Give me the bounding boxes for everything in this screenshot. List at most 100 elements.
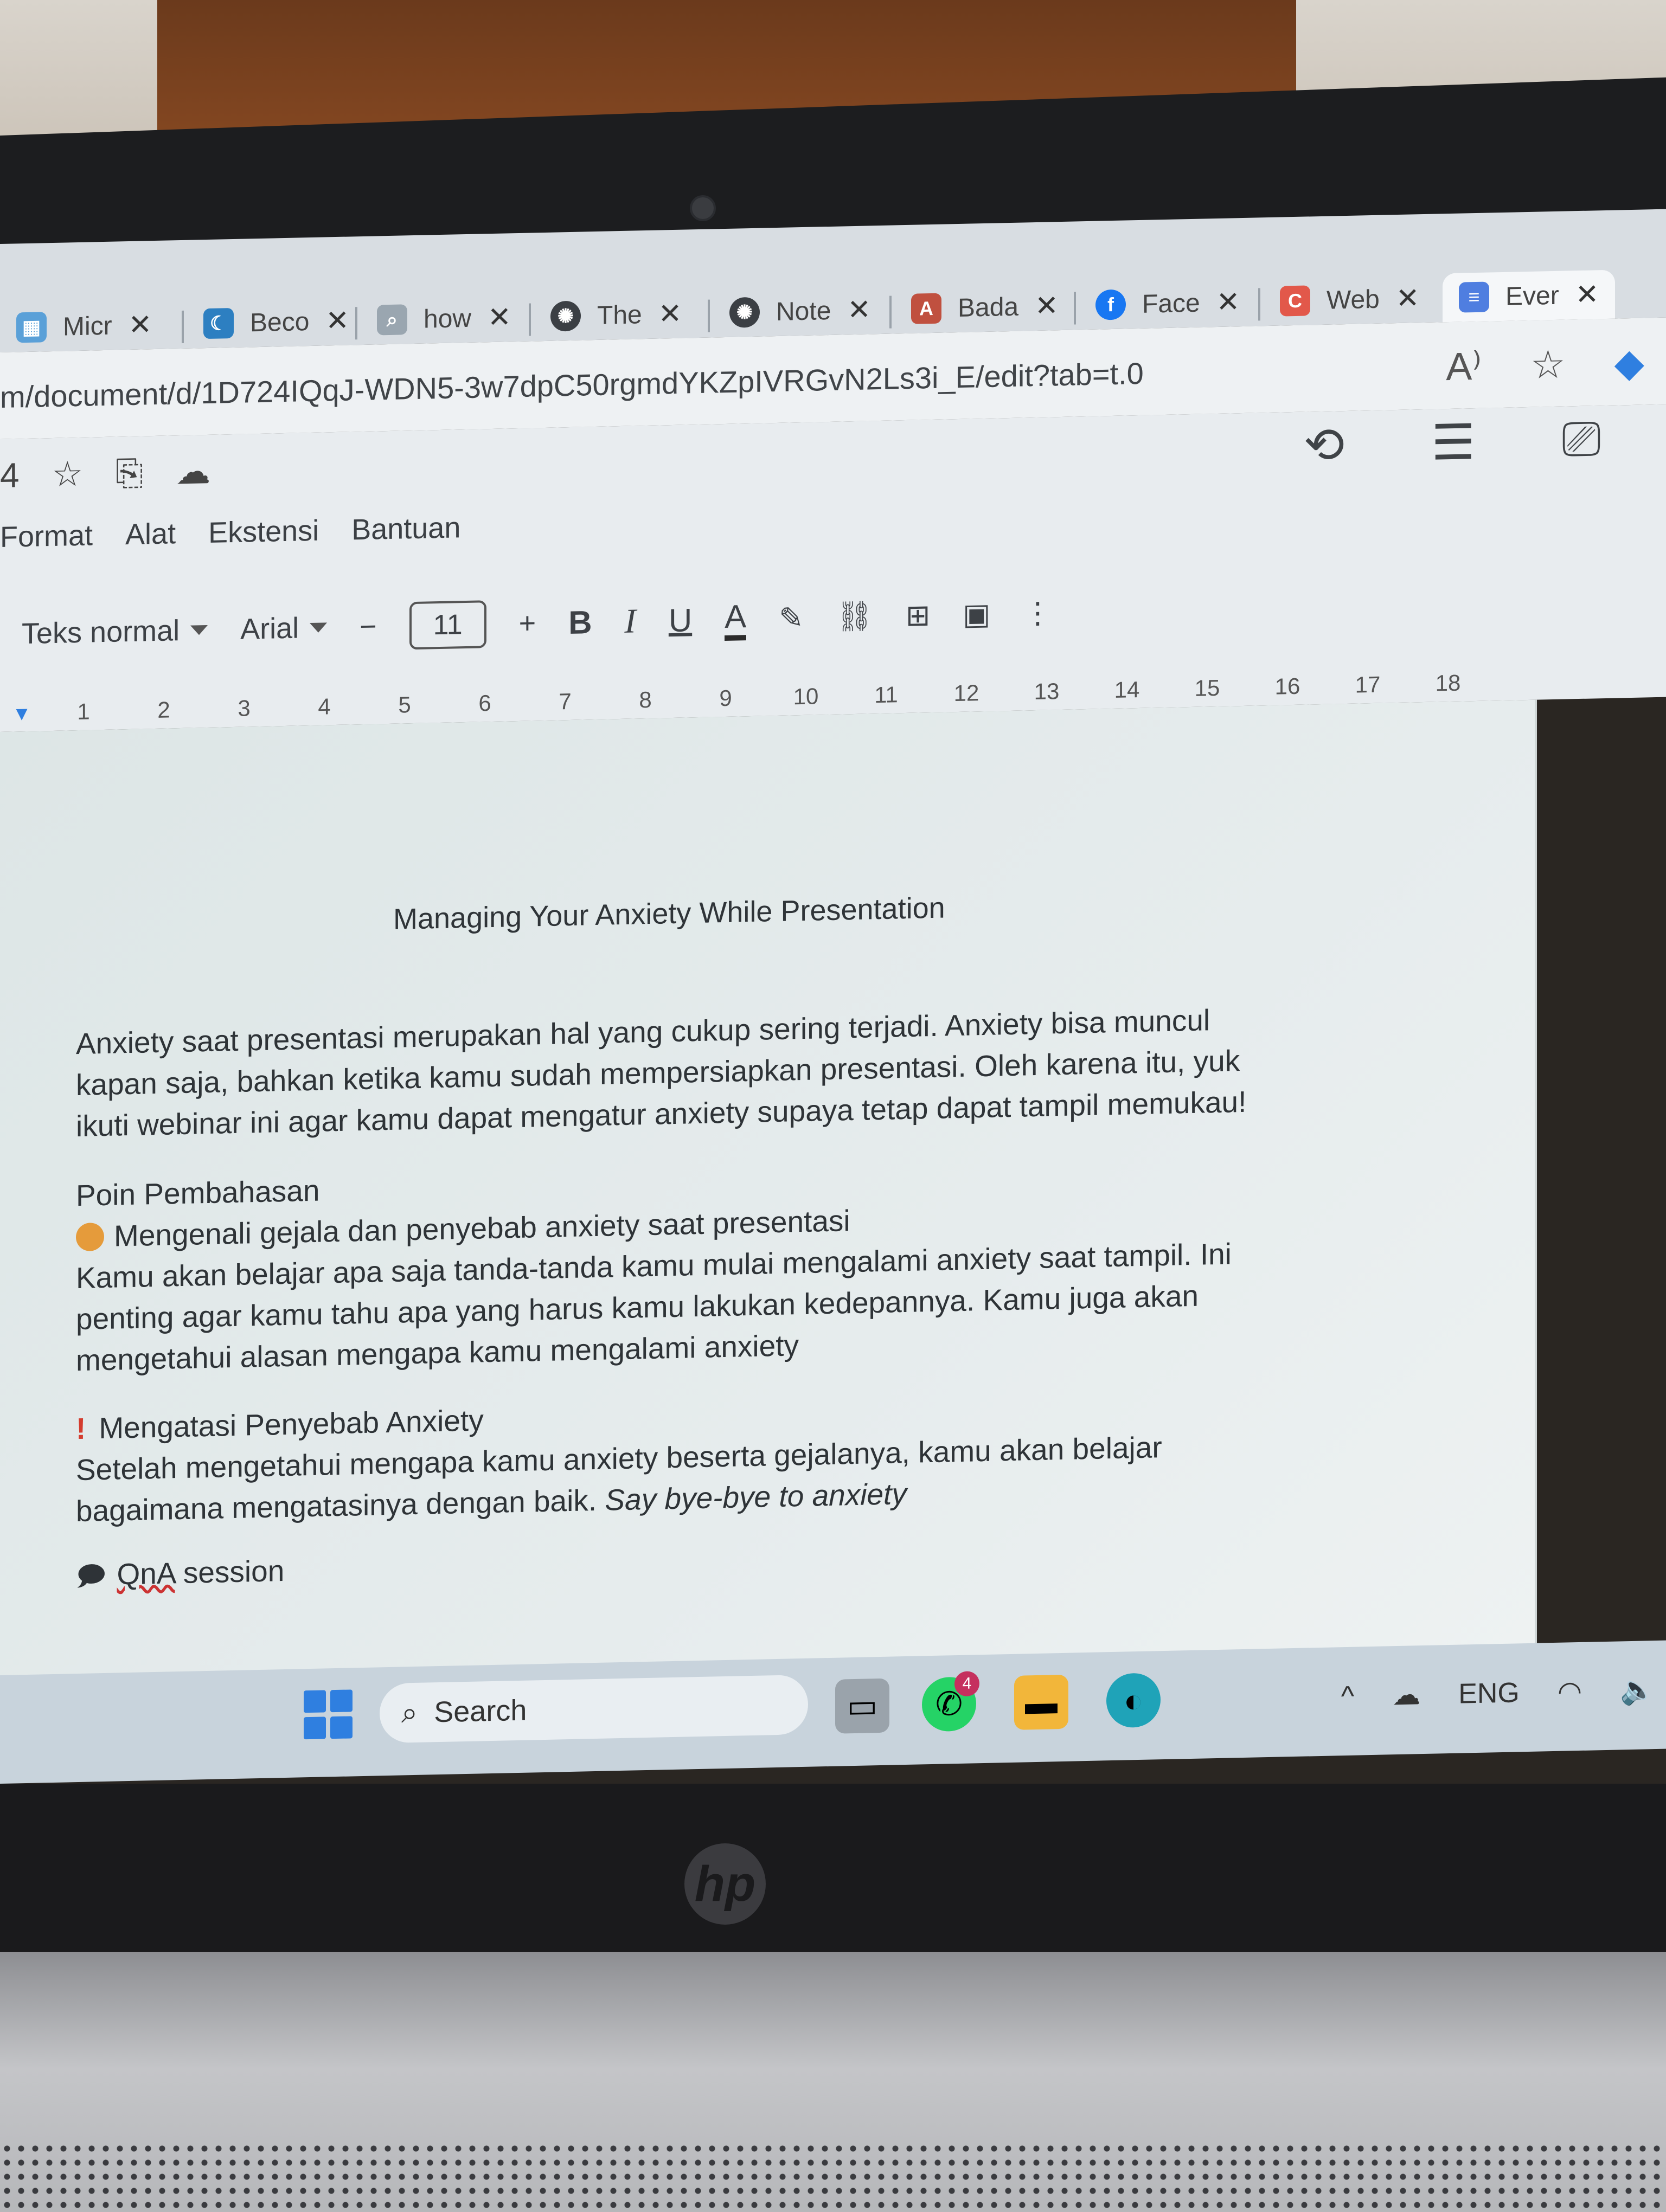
close-icon[interactable]: ✕ <box>488 301 511 334</box>
tab-label: Ever <box>1505 281 1559 311</box>
onedrive-cloud-icon[interactable]: ☁ <box>1392 1679 1420 1712</box>
increase-font-size-button[interactable]: + <box>519 606 536 640</box>
font-size-input[interactable]: 11 <box>409 600 486 650</box>
doc-title-fragment[interactable]: 4 <box>0 455 20 496</box>
notification-badge: 4 <box>954 1671 979 1697</box>
tab-the[interactable]: ✺ The ✕ <box>534 289 698 341</box>
anxious-face-emoji-icon <box>76 1222 104 1252</box>
ruler-tick: 14 <box>1114 676 1140 703</box>
facebook-icon: f <box>1095 289 1126 320</box>
point-3-title: 🗩 QnA session <box>76 1529 1269 1597</box>
chevron-up-icon[interactable]: ^ <box>1341 1680 1354 1713</box>
comments-icon[interactable]: ☰ <box>1431 414 1475 472</box>
close-icon[interactable]: ✕ <box>658 298 682 331</box>
address-bar-actions: A⁾ ☆ ◆ <box>1446 339 1644 389</box>
highlight-icon[interactable]: ✎ <box>779 600 803 635</box>
tab-beco[interactable]: ☾ Beco ✕ <box>187 296 366 349</box>
history-icon[interactable]: ⟲ <box>1304 416 1344 474</box>
tab-face[interactable]: f Face ✕ <box>1079 277 1256 330</box>
more-options-icon[interactable]: ⋮ <box>1023 595 1052 630</box>
docs-header: 4 ☆ ⎘ ☁ Format Alat Ekstensi Bantuan ⟲ ☰… <box>0 404 1666 732</box>
meet-icon[interactable]: ⎚ <box>1562 411 1601 469</box>
tab-label: Note <box>776 296 831 326</box>
close-icon[interactable]: ✕ <box>325 305 349 338</box>
close-icon[interactable]: ✕ <box>1035 290 1059 323</box>
menu-ekstensi[interactable]: Ekstensi <box>208 514 319 550</box>
task-view-icon[interactable]: ▭ <box>835 1678 889 1734</box>
cloud-status-icon[interactable]: ☁ <box>176 451 210 492</box>
speech-bubble-icon: 🗩 <box>76 1560 106 1592</box>
microsoft-icon: ▦ <box>16 312 47 343</box>
tab-how[interactable]: ⌕ how ✕ <box>361 293 528 345</box>
tab-bada[interactable]: A Bada ✕ <box>895 281 1075 333</box>
underline-button[interactable]: U <box>669 601 692 639</box>
menu-bantuan[interactable]: Bantuan <box>351 511 460 546</box>
menu-alat[interactable]: Alat <box>125 517 176 551</box>
close-icon[interactable]: ✕ <box>847 293 871 326</box>
ruler-tick: 11 <box>874 681 898 708</box>
close-icon[interactable]: ✕ <box>1216 286 1240 319</box>
document-title: Managing Your Anxiety While Presentation <box>393 891 945 936</box>
read-aloud-icon[interactable]: A⁾ <box>1446 343 1482 389</box>
bold-button[interactable]: B <box>568 603 592 641</box>
decrease-font-size-button[interactable]: − <box>360 609 377 644</box>
close-icon[interactable]: ✕ <box>129 308 152 342</box>
extension-icon[interactable]: ◆ <box>1614 339 1644 385</box>
document-page[interactable]: Managing Your Anxiety While Presentation… <box>0 699 1537 1708</box>
add-comment-icon[interactable]: ⊞ <box>906 598 930 633</box>
ruler-tick: 6 <box>478 690 491 716</box>
webcam <box>690 195 716 221</box>
menu-bar: Format Alat Ekstensi Bantuan <box>0 511 460 554</box>
taskbar-search[interactable]: ⌕ Search <box>380 1674 808 1744</box>
edge-browser-icon[interactable]: ◐ <box>1106 1673 1161 1728</box>
close-icon[interactable]: ✕ <box>1575 278 1599 311</box>
ruler-tick: 2 <box>157 697 170 723</box>
tab-separator <box>355 307 357 340</box>
url-field[interactable]: m/document/d/1D724IQqJ-WDN5-3w7dpC50rgmd… <box>0 356 1144 415</box>
tab-separator <box>182 310 184 343</box>
ruler-tick: 10 <box>793 683 819 710</box>
font-label: Arial <box>240 612 299 646</box>
tab-label: Web <box>1327 285 1380 315</box>
chevron-down-icon <box>190 625 208 635</box>
doc-title-row: 4 ☆ ⎘ ☁ <box>0 451 210 496</box>
italic-button[interactable]: I <box>625 601 636 641</box>
tab-note[interactable]: ✺ Note ✕ <box>713 285 887 338</box>
ruler-tick: 17 <box>1355 671 1381 698</box>
link-icon[interactable]: ⛓ <box>836 599 873 634</box>
ruler-tick: 13 <box>1034 678 1060 705</box>
ruler-tick: 7 <box>559 688 572 715</box>
star-icon[interactable]: ☆ <box>1530 342 1566 388</box>
laptop-screen: ▦ Micr ✕ ☾ Beco ✕ ⌕ how ✕ ✺ The ✕ ✺ Note… <box>0 209 1666 1805</box>
formatting-toolbar: Teks normal Arial − 11 + B I U A ✎ ⛓ ⊞ ▣… <box>22 580 1052 666</box>
text-color-button[interactable]: A <box>725 597 747 641</box>
font-dropdown[interactable]: Arial <box>240 610 328 646</box>
moon-icon: ☾ <box>203 307 234 339</box>
tab-separator <box>529 303 531 336</box>
search-icon: ⌕ <box>377 304 407 336</box>
point-1-body: Kamu akan belajar apa saja tanda-tanda k… <box>76 1232 1269 1381</box>
file-explorer-icon[interactable]: ▬ <box>1014 1674 1068 1730</box>
move-folder-icon[interactable]: ⎘ <box>116 452 143 493</box>
ruler-tick: 5 <box>398 692 411 718</box>
tab-web[interactable]: C Web ✕ <box>1264 274 1436 326</box>
indent-marker-icon[interactable]: ▾ <box>0 699 43 726</box>
spellcheck-underlined-text: QnA <box>117 1556 175 1591</box>
tab-separator <box>708 299 710 332</box>
tab-micr[interactable]: ▦ Micr ✕ <box>0 300 168 352</box>
menu-format[interactable]: Format <box>0 518 93 554</box>
star-icon[interactable]: ☆ <box>52 454 83 495</box>
intro-paragraph: Anxiety saat presentasi merupakan hal ya… <box>76 998 1269 1147</box>
tab-ever[interactable]: ≡ Ever ✕ <box>1443 269 1616 323</box>
language-indicator[interactable]: ENG <box>1458 1676 1520 1710</box>
wifi-icon[interactable]: ◠ <box>1558 1675 1582 1708</box>
close-icon[interactable]: ✕ <box>1396 282 1420 315</box>
windows-start-icon[interactable] <box>304 1689 353 1740</box>
paragraph-style-dropdown[interactable]: Teks normal <box>22 613 208 651</box>
tab-label: The <box>597 300 642 330</box>
tab-label: how <box>424 304 472 334</box>
point-3-title-text: session <box>183 1554 285 1590</box>
volume-icon[interactable]: 🔈 <box>1620 1673 1655 1707</box>
whatsapp-icon[interactable]: ✆ 4 <box>922 1671 979 1732</box>
insert-image-icon[interactable]: ▣ <box>963 596 990 631</box>
